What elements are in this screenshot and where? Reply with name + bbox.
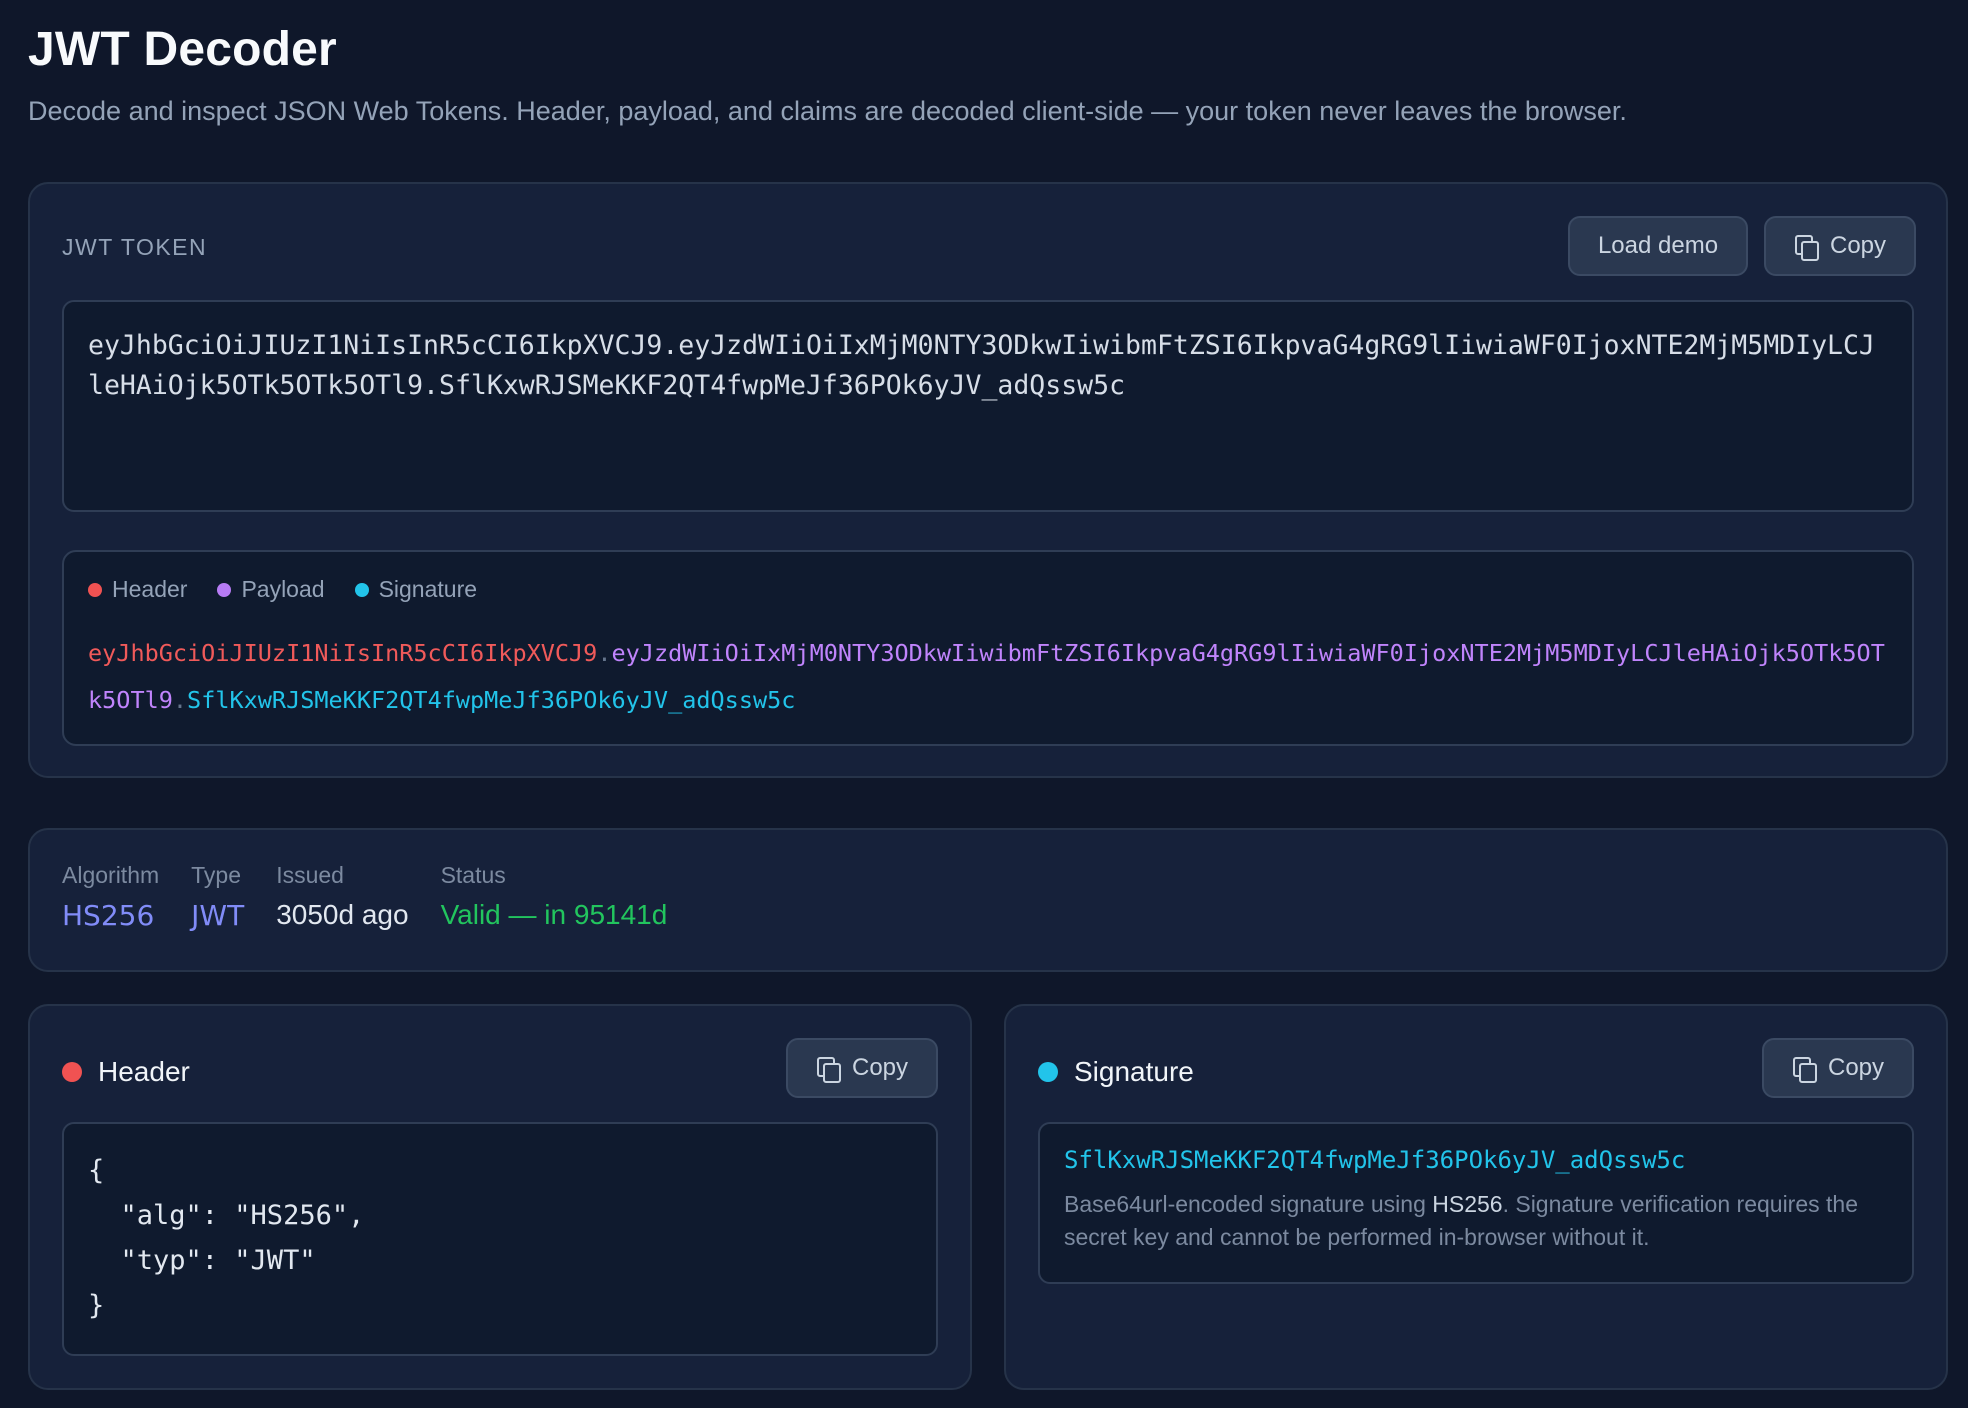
segment-legend: Header Payload Signature <box>88 576 477 603</box>
load-demo-button[interactable]: Load demo <box>1568 216 1748 276</box>
signature-value: SflKxwRJSMeKKF2QT4fwpMeJf36POk6yJV_adQss… <box>1064 1146 1686 1174</box>
page-title: JWT Decoder <box>28 23 337 76</box>
meta-status: Status Valid — in 95141d <box>441 862 668 932</box>
header-panel-title-text: Header <box>98 1056 190 1087</box>
copy-token-label: Copy <box>1829 232 1887 259</box>
colored-token: eyJhbGciOiJIUzI1NiIsInR5cCI6IkpXVCJ9.eyJ… <box>88 630 1892 724</box>
legend-payload: Payload <box>217 576 325 603</box>
header-dot-icon <box>88 582 102 597</box>
type-value: JWT <box>191 899 245 932</box>
meta-algorithm: Algorithm HS256 <box>62 862 159 932</box>
signature-panel-title: Signature <box>1038 1056 1194 1088</box>
token-header-segment: eyJhbGciOiJIUzI1NiIsInR5cCI6IkpXVCJ9 <box>88 639 598 667</box>
token-signature-segment: SflKxwRJSMeKKF2QT4fwpMeJf36POk6yJV_adQss… <box>187 686 796 714</box>
algorithm-value: HS256 <box>62 899 155 932</box>
signature-dot-icon <box>354 582 369 597</box>
issued-value: 3050d ago <box>276 899 409 930</box>
legend-signature: Signature <box>354 576 478 603</box>
copy-icon <box>1792 1056 1817 1083</box>
copy-token-button[interactable]: Copy <box>1764 216 1916 276</box>
copy-signature-button[interactable]: Copy <box>1762 1038 1914 1098</box>
legend-signature-label: Signature <box>378 576 478 602</box>
algorithm-label: Algorithm <box>62 862 160 888</box>
legend-header-label: Header <box>112 576 188 602</box>
copy-header-button[interactable]: Copy <box>786 1038 938 1098</box>
type-label: Type <box>191 862 242 888</box>
header-dot-icon <box>62 1062 82 1082</box>
signature-panel-title-text: Signature <box>1074 1056 1194 1087</box>
token-section-label: JWT TOKEN <box>62 234 208 260</box>
status-value: Valid — in 95141d <box>440 899 668 930</box>
signature-desc-alg: HS256 <box>1432 1191 1503 1217</box>
signature-panel: Signature Copy SflKxwRJSMeKKF2QT4fwpMeJf… <box>1004 1004 1948 1390</box>
status-label: Status <box>440 862 506 888</box>
token-separator: . <box>597 639 612 667</box>
token-input[interactable] <box>62 300 1914 512</box>
load-demo-label: Load demo <box>1597 232 1719 259</box>
page-subtitle: Decode and inspect JSON Web Tokens. Head… <box>28 96 1627 126</box>
issued-label: Issued <box>276 862 344 888</box>
copy-signature-label: Copy <box>1827 1054 1885 1081</box>
signature-desc-prefix: Base64url-encoded signature using <box>1064 1191 1433 1217</box>
payload-dot-icon <box>217 582 232 597</box>
copy-header-label: Copy <box>851 1054 909 1081</box>
meta-issued: Issued 3050d ago <box>276 862 408 932</box>
header-panel-title: Header <box>62 1056 190 1088</box>
signature-dot-icon <box>1038 1062 1058 1082</box>
legend-payload-label: Payload <box>241 576 325 602</box>
copy-icon <box>816 1056 841 1083</box>
meta-row: Algorithm HS256 Type JWT Issued 3050d ag… <box>62 862 667 932</box>
token-card: JWT TOKEN Load demo Copy Header Payload <box>28 182 1948 778</box>
page: JWT Decoder Decode and inspect JSON Web … <box>0 0 1968 1408</box>
token-meta-card: Algorithm HS256 Type JWT Issued 3050d ag… <box>28 828 1948 972</box>
signature-box: SflKxwRJSMeKKF2QT4fwpMeJf36POk6yJV_adQss… <box>1038 1122 1914 1284</box>
header-panel: Header Copy { "alg": "HS256", "typ": "JW… <box>28 1004 972 1390</box>
meta-type: Type JWT <box>191 862 244 932</box>
copy-icon <box>1794 234 1819 261</box>
token-separator: . <box>172 686 188 714</box>
legend-header: Header <box>88 576 187 603</box>
signature-description: Base64url-encoded signature using HS256.… <box>1064 1188 1888 1254</box>
colored-token-box: Header Payload Signature eyJhbGciOiJIUzI… <box>62 550 1914 746</box>
header-json: { "alg": "HS256", "typ": "JWT" } <box>62 1122 938 1356</box>
